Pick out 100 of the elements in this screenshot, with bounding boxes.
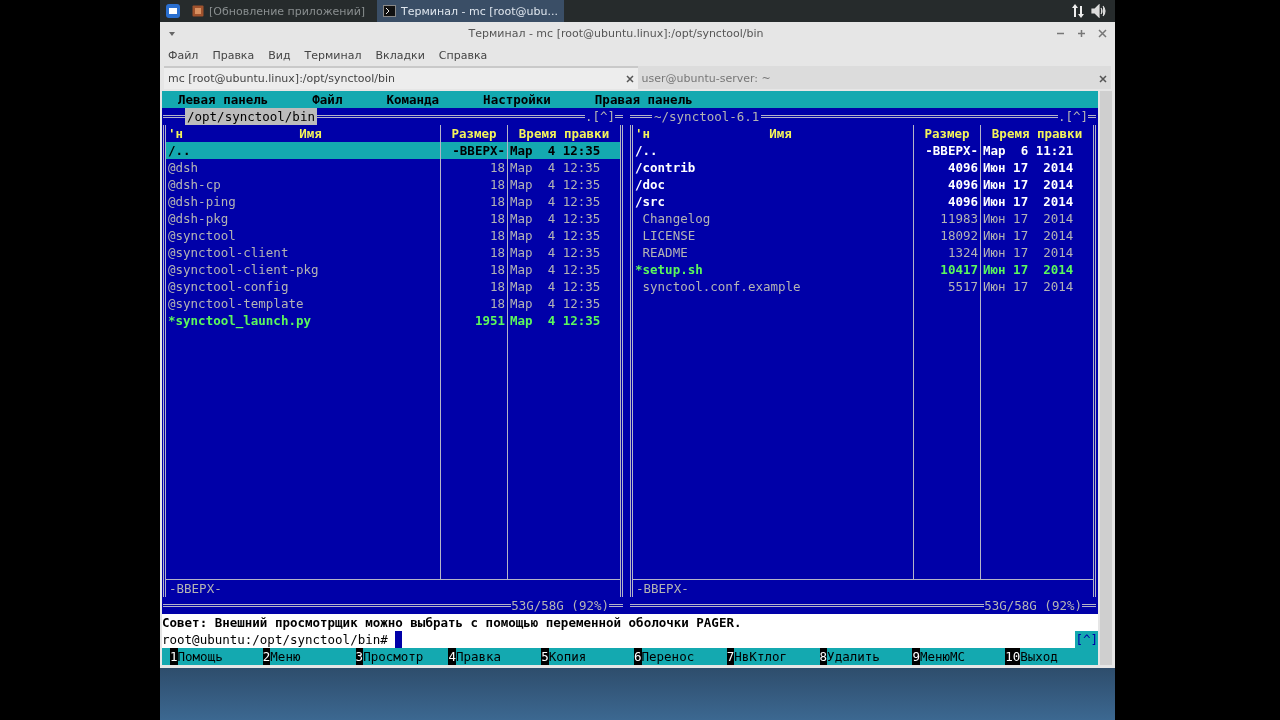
file-date: Июн 17 2014 — [980, 261, 1093, 278]
file-size: -ВВЕРХ- — [913, 142, 980, 159]
close-icon[interactable] — [1099, 74, 1107, 83]
column-header[interactable]: Время правки — [980, 125, 1093, 142]
close-icon[interactable] — [625, 74, 634, 83]
file-size: 4096 — [913, 159, 980, 176]
file-name: /src — [634, 193, 667, 210]
panel-path: ~/synctool-6.1 — [653, 108, 761, 125]
file-name: @synctool-template — [167, 295, 305, 312]
file-name: README — [641, 244, 689, 261]
column-header[interactable]: Размер — [913, 125, 980, 142]
file-size: 4096 — [913, 176, 980, 193]
sort-indicator[interactable]: 'н — [168, 125, 184, 142]
file-date: Июн 17 2014 — [980, 176, 1093, 193]
file-date: Мар 4 12:35 — [507, 278, 620, 295]
file-date: Июн 17 2014 — [980, 210, 1093, 227]
panel-scroll-mark[interactable]: .[^] — [1057, 108, 1088, 125]
sort-indicator[interactable]: 'н — [635, 125, 651, 142]
file-date: Мар 4 12:35 — [507, 142, 620, 159]
text-cursor — [394, 631, 402, 648]
function-key[interactable]: 9МенюМС — [912, 648, 1006, 665]
file-date: Мар 4 12:35 — [507, 176, 620, 193]
maximize-icon[interactable] — [1077, 29, 1086, 38]
file-name: @synctool-client-pkg — [167, 261, 320, 278]
status-text: -ВВЕРХ- — [636, 581, 689, 596]
column-header[interactable]: Имя — [183, 125, 438, 142]
disk-usage: 53G/58G (92%) — [511, 597, 609, 614]
window-menu-icon[interactable] — [168, 30, 176, 37]
file-size: 4096 — [913, 193, 980, 210]
function-key[interactable]: 6Перенос — [634, 648, 727, 665]
file-name: synctool.conf.example — [641, 278, 802, 295]
disk-usage: 53G/58G (92%) — [984, 597, 1082, 614]
app-menu-icon[interactable] — [166, 4, 180, 18]
function-key[interactable]: 1Помощь — [170, 648, 263, 665]
network-icon[interactable] — [1071, 3, 1085, 19]
taskbar-button[interactable]: Терминал - mc [root@ubu... — [377, 0, 564, 22]
shell-prompt: root@ubuntu:/opt/synctool/bin# — [162, 631, 388, 648]
mc-menu-item[interactable]: Команда — [386, 91, 440, 108]
mc-menu-item[interactable]: Файл — [312, 91, 343, 108]
file-date: Мар 4 12:35 — [507, 295, 620, 312]
file-name: *setup.sh — [634, 261, 704, 278]
mc-menu-item[interactable]: Правая панель — [594, 91, 693, 108]
file-date: Июн 17 2014 — [980, 244, 1093, 261]
taskbar-button[interactable]: [Обновление приложений] — [186, 0, 372, 22]
menu-item[interactable]: Вид — [268, 49, 291, 62]
file-date: Мар 4 12:35 — [507, 261, 620, 278]
function-key[interactable]: 3Просмотр — [355, 648, 449, 665]
file-size: 18 — [440, 227, 507, 244]
file-name: @synctool — [167, 227, 237, 244]
panel-scroll-mark[interactable]: .[^] — [584, 108, 615, 125]
terminal-icon — [383, 5, 397, 17]
file-size: 18 — [440, 159, 507, 176]
file-name: *synctool_launch.py — [167, 312, 312, 329]
file-date: Июн 17 2014 — [980, 159, 1093, 176]
window-title: Терминал - mc [root@ubuntu.linux]:/opt/synctool/bin — [467, 27, 765, 40]
file-name: /.. — [634, 142, 659, 159]
terminal-tab[interactable]: mc [root@ubuntu.linux]:/opt/synctool/bin — [164, 66, 638, 89]
menu-item[interactable]: Файл — [168, 49, 199, 62]
file-name: LICENSE — [641, 227, 697, 244]
mc-menu-item[interactable]: Настройки — [483, 91, 551, 108]
function-key[interactable]: 10Выход — [1005, 648, 1098, 665]
file-size: 18 — [440, 278, 507, 295]
menu-item[interactable]: Вкладки — [375, 49, 425, 62]
function-key[interactable]: 8Удалить — [819, 648, 913, 665]
file-date: Мар 4 12:35 — [507, 244, 620, 261]
file-name: @dsh — [167, 159, 200, 176]
file-size: 1324 — [913, 244, 980, 261]
file-date: Мар 4 12:35 — [507, 193, 620, 210]
file-date: Мар 4 12:35 — [507, 159, 620, 176]
file-date: Июн 17 2014 — [980, 227, 1093, 244]
close-icon[interactable] — [1098, 29, 1107, 38]
file-size: 5517 — [913, 278, 980, 295]
file-size: 10417 — [913, 261, 980, 278]
file-size: 18 — [440, 193, 507, 210]
file-row[interactable]: /.. -ВВЕРХ- Мар 4 12:35 — [166, 142, 620, 159]
menu-item[interactable]: Правка — [212, 49, 255, 62]
file-size: 18 — [440, 295, 507, 312]
file-date: Мар 6 11:21 — [980, 142, 1093, 159]
function-key[interactable]: 5Копия — [541, 648, 634, 665]
file-name: @dsh-pkg — [167, 210, 230, 227]
file-size: -ВВЕРХ- — [440, 142, 507, 159]
file-size: 1951 — [440, 312, 507, 329]
file-name: @dsh-ping — [167, 193, 237, 210]
file-size: 18 — [440, 261, 507, 278]
command-history-mark[interactable]: [^] — [1075, 631, 1098, 648]
mc-menu-item[interactable]: Левая панель — [178, 91, 269, 108]
volume-icon[interactable] — [1091, 4, 1109, 18]
column-header[interactable]: Имя — [650, 125, 911, 142]
file-name: /contrib — [634, 159, 697, 176]
file-date: Мар 4 12:35 — [507, 312, 620, 329]
menu-item[interactable]: Терминал — [304, 49, 362, 62]
file-size: 18 — [440, 176, 507, 193]
file-size: 11983 — [913, 210, 980, 227]
file-date: Мар 4 12:35 — [507, 210, 620, 227]
file-date: Июн 17 2014 — [980, 193, 1093, 210]
status-text: -ВВЕРХ- — [169, 581, 222, 596]
panel-path: /opt/synctool/bin — [185, 108, 317, 125]
package-icon — [192, 5, 204, 17]
menu-item[interactable]: Справка — [438, 49, 488, 62]
function-key[interactable]: 7НвКтлог — [726, 648, 820, 665]
